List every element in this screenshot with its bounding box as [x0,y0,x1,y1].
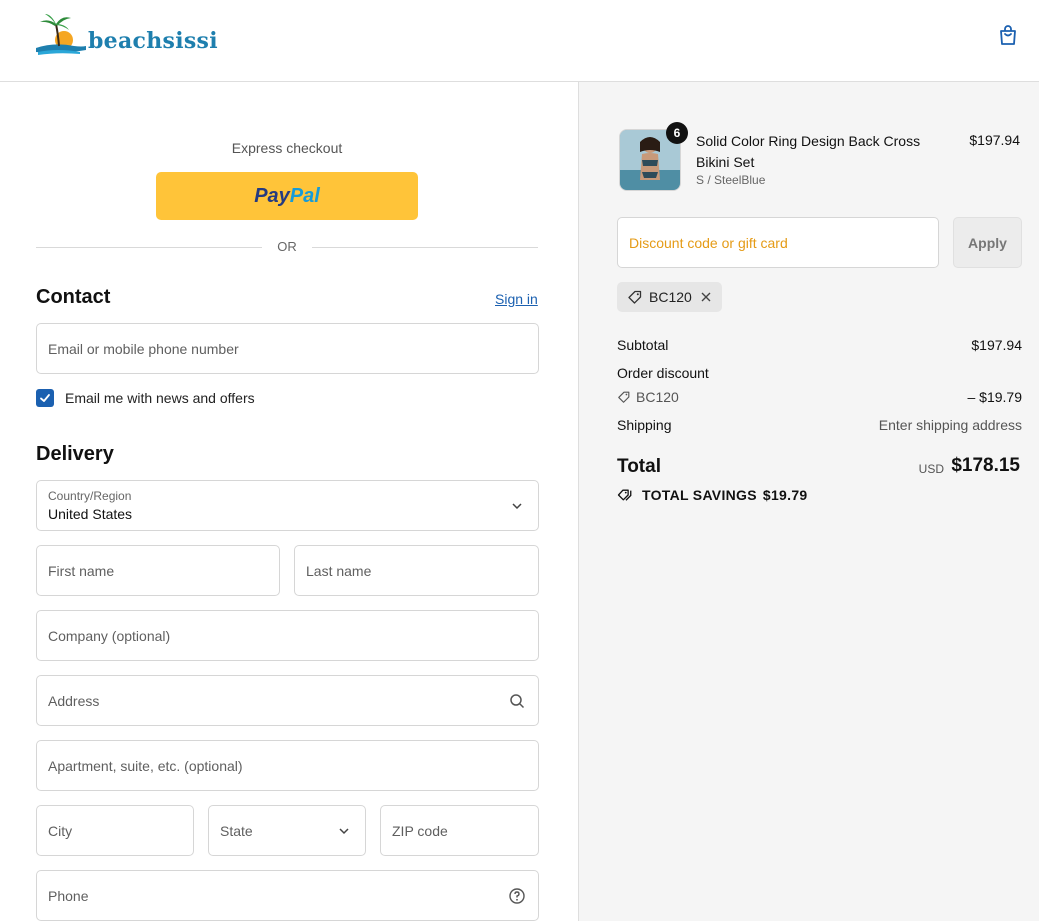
discount-value: – $19.79 [967,389,1023,405]
apply-button[interactable]: Apply [953,217,1022,268]
state-placeholder: State [220,822,253,839]
savings-label: TOTAL SAVINGS [642,487,757,503]
product-price: $197.94 [969,132,1020,148]
chevron-down-icon [339,827,349,834]
order-summary: 6 Solid Color Ring Design Back Cross Bik… [578,82,1039,921]
city-field[interactable]: City [36,805,194,856]
zip-placeholder: ZIP code [392,822,448,839]
company-placeholder: Company (optional) [48,627,171,644]
shipping-label: Shipping [617,417,672,433]
paypal-logo-text-1: Pay [254,184,290,207]
address-placeholder: Address [48,692,100,709]
checkmark-icon [40,394,50,402]
brand-logo[interactable]: beachsissi [34,12,218,56]
first-name-placeholder: First name [48,562,115,579]
order-discount-label: Order discount [617,365,709,381]
product-variant: S / SteelBlue [696,173,766,187]
apartment-field[interactable]: Apartment, suite, etc. (optional) [36,740,539,791]
news-offers-row: Email me with news and offers [36,389,255,407]
tag-icon [618,391,630,403]
news-offers-checkbox[interactable] [36,389,54,407]
header: beachsissi [0,0,1039,82]
phone-placeholder: Phone [48,887,89,904]
applied-discount-chip: BC120 [617,282,722,312]
last-name-placeholder: Last name [306,562,372,579]
quantity-badge: 6 [666,122,688,144]
country-label: Country/Region [48,489,132,503]
first-name-field[interactable]: First name [36,545,280,596]
palm-tree-logo-icon [36,14,86,55]
delivery-title: Delivery [36,443,114,465]
state-select[interactable]: State [208,805,366,856]
company-field[interactable]: Company (optional) [36,610,539,661]
checkout-form: Express checkout Pay Pal OR Contact Sign … [0,82,578,921]
email-placeholder: Email or mobile phone number [48,340,239,357]
subtotal-value: $197.94 [971,337,1022,353]
savings-tag-icon [617,489,632,501]
express-checkout-label: Express checkout [231,140,343,156]
or-divider: OR [36,239,538,257]
chevron-down-icon [512,502,522,509]
apartment-placeholder: Apartment, suite, etc. (optional) [48,757,243,774]
paypal-logo-text-2: Pal [289,184,320,207]
discount-code-label: BC120 [636,389,679,405]
shipping-row: Shipping Enter shipping address [617,417,1022,433]
discount-placeholder: Discount code or gift card [629,234,788,251]
search-icon [510,693,525,708]
phone-field[interactable]: Phone [36,870,539,921]
subtotal-row: Subtotal $197.94 [617,337,1022,353]
order-discount-row: Order discount [617,365,1022,381]
subtotal-label: Subtotal [617,337,669,353]
brand-name: beachsissi [88,28,218,54]
tag-icon [628,290,642,304]
shopping-bag-icon[interactable] [996,23,1020,47]
email-field[interactable]: Email or mobile phone number [36,323,539,374]
product-name: Solid Color Ring Design Back Cross Bikin… [696,133,921,170]
zip-field[interactable]: ZIP code [380,805,539,856]
close-icon[interactable] [700,291,712,303]
total-savings: TOTAL SAVINGS $19.79 [617,487,808,503]
currency-code: USD [918,462,944,476]
address-field[interactable]: Address [36,675,539,726]
shipping-value: Enter shipping address [878,417,1022,433]
country-select[interactable]: Country/Region United States [36,480,539,531]
discount-code-field[interactable]: Discount code or gift card [617,217,939,268]
help-icon[interactable] [508,887,526,905]
city-placeholder: City [48,822,73,839]
discount-code-row: BC120 – $19.79 [617,389,1022,407]
sign-in-link[interactable]: Sign in [495,291,538,307]
contact-title: Contact [36,286,111,308]
total-value: $178.15 [951,455,1020,476]
last-name-field[interactable]: Last name [294,545,539,596]
news-offers-label: Email me with news and offers [65,390,255,406]
country-value: United States [48,506,133,522]
savings-value: $19.79 [762,487,808,503]
total-label: Total [617,456,661,477]
applied-code: BC120 [649,289,692,305]
paypal-button[interactable]: Pay Pal [156,172,418,220]
